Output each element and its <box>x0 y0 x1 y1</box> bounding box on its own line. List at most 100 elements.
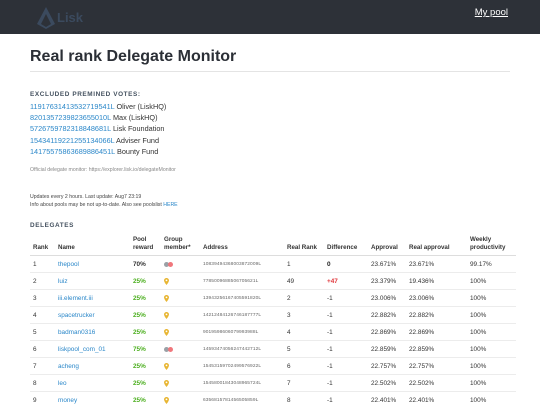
cell-approval: 22.401% <box>368 391 406 405</box>
cell-pool-reward: 25% <box>130 374 161 393</box>
cell-name: leo <box>55 374 130 393</box>
col-rank[interactable]: Rank <box>30 236 55 257</box>
cell-weekly-productivity: 100% <box>467 340 516 359</box>
cell-group-member <box>161 289 200 308</box>
cell-name: badman0316 <box>55 323 130 342</box>
cell-pool-reward: 75% <box>130 340 161 359</box>
title-divider <box>30 71 510 72</box>
cell-real-rank: 6 <box>284 357 324 376</box>
cell-real-rank: 1 <box>284 255 324 274</box>
cell-real-rank: 7 <box>284 374 324 393</box>
col-group-member[interactable]: Group member* <box>161 236 200 257</box>
cell-pool-reward: 25% <box>130 323 161 342</box>
excluded-address-link[interactable]: 8201357239823655010L <box>30 113 111 122</box>
excluded-vote-row: 5726759782318848681L Lisk Foundation <box>30 123 166 134</box>
table-header-row: Rank Name Pool reward Group member* Addr… <box>30 236 516 257</box>
excluded-address-link[interactable]: 14175575863689886451L <box>30 147 115 156</box>
my-pool-link[interactable]: My pool <box>475 7 508 18</box>
cell-weekly-productivity: 100% <box>467 374 516 393</box>
poolslist-here-link[interactable]: HERE <box>163 202 177 208</box>
cell-weekly-productivity: 100% <box>467 357 516 376</box>
cell-approval: 22.757% <box>368 357 406 376</box>
update-info-line: Updates every 2 hours. Last update: Aug7… <box>30 194 142 200</box>
cell-name: acheng <box>55 357 130 376</box>
delegate-name-link[interactable]: luiz <box>58 278 68 285</box>
cell-pool-reward: 25% <box>130 391 161 405</box>
cell-address: 7785009688506705621L <box>200 272 284 291</box>
cell-difference: -1 <box>324 357 368 376</box>
col-weekly-productivity[interactable]: Weekly productivity <box>467 236 516 257</box>
cell-pool-reward: 25% <box>130 289 161 308</box>
cell-weekly-productivity: 100% <box>467 306 516 325</box>
excluded-vote-row: 15434119221255134066L Adviser Fund <box>30 135 166 146</box>
excluded-owner-name: Oliver (LiskHQ) <box>116 102 167 111</box>
cell-real-rank: 8 <box>284 391 324 405</box>
update-info: Updates every 2 hours. Last update: Aug7… <box>30 194 178 209</box>
delegate-name-link[interactable]: leo <box>58 380 67 387</box>
cell-name: luiz <box>55 272 130 291</box>
cell-real-rank: 5 <box>284 340 324 359</box>
group-pin-icon <box>164 379 169 387</box>
col-difference[interactable]: Difference <box>324 236 368 257</box>
col-approval[interactable]: Approval <box>368 236 406 257</box>
col-pool-reward[interactable]: Pool reward <box>130 236 161 257</box>
col-real-approval[interactable]: Real approval <box>406 236 467 257</box>
delegate-name-link[interactable]: badman0316 <box>58 329 95 336</box>
cell-name: liskpool_com_01 <box>55 340 130 359</box>
delegate-name-link[interactable]: spacetrucker <box>58 312 95 319</box>
delegate-name-link[interactable]: acheng <box>58 363 79 370</box>
cell-address: 10839494368003872009L <box>200 255 284 274</box>
delegate-row: 2 luiz 25% 7785009688506705621L 49 +47 23.379%… <box>30 272 516 291</box>
delegate-name-link[interactable]: thepool <box>58 261 79 268</box>
cell-rank: 5 <box>30 323 55 342</box>
excluded-address-link[interactable]: 5726759782318848681L <box>30 124 111 133</box>
top-bar: Lisk My pool <box>0 0 540 34</box>
excluded-owner-name: Lisk Foundation <box>112 124 165 134</box>
delegate-name-link[interactable]: money <box>58 397 77 404</box>
cell-real-approval: 23.671% <box>406 255 467 274</box>
cell-group-member <box>161 340 200 359</box>
cell-rank: 1 <box>30 255 55 274</box>
cell-real-rank: 49 <box>284 272 324 291</box>
delegate-row: 7 acheng 25% 15453159702499576922L 6 -1 22.757… <box>30 357 516 376</box>
lisk-logo[interactable]: Lisk <box>36 6 96 30</box>
cell-real-approval: 22.757% <box>406 357 467 376</box>
cell-approval: 23.006% <box>368 289 406 308</box>
cell-real-approval: 22.882% <box>406 306 467 325</box>
cell-approval: 23.379% <box>368 272 406 291</box>
pools-info-line: Info about pools may be not up-to-date. … <box>30 202 178 210</box>
excluded-owner-name: Max (LiskHQ) <box>112 113 158 123</box>
cell-address: 9019598606079993988L <box>200 323 284 342</box>
logo-text: Lisk <box>57 10 84 25</box>
cell-difference: +47 <box>324 272 368 291</box>
col-real-rank[interactable]: Real Rank <box>284 236 324 257</box>
cell-pool-reward: 25% <box>130 272 161 291</box>
group-pin-icon <box>164 277 169 285</box>
cell-approval: 22.502% <box>368 374 406 393</box>
cell-real-approval: 22.869% <box>406 323 467 342</box>
col-name[interactable]: Name <box>55 236 130 257</box>
cell-approval: 23.671% <box>368 255 406 274</box>
delegate-row: 1 thepool 70% 10839494368003872009L 1 0 23.671… <box>30 255 516 274</box>
excluded-address-link[interactable]: 15434119221255134066L <box>30 136 114 145</box>
cell-difference: -1 <box>324 374 368 393</box>
cell-weekly-productivity: 100% <box>467 272 516 291</box>
delegate-row: 4 spacetrucker 25% 14212484126746187777L 3 -1… <box>30 306 516 325</box>
group-pin-icon <box>164 396 169 404</box>
excluded-votes-heading: EXCLUDED PREMINED VOTES: <box>30 91 141 98</box>
delegate-name-link[interactable]: liskpool_com_01 <box>58 346 106 353</box>
excluded-address-link[interactable]: 11917631413532719541L <box>30 102 114 111</box>
cell-real-approval: 23.006% <box>406 289 467 308</box>
delegate-name-link[interactable]: iii.element.iii <box>58 295 93 302</box>
cell-pool-reward: 70% <box>130 255 161 274</box>
delegates-table: Rank Name Pool reward Group member* Addr… <box>30 236 516 405</box>
cell-address: 15453159702499576922L <box>200 357 284 376</box>
lisk-logo-icon <box>37 7 55 29</box>
cell-group-member <box>161 374 200 393</box>
col-address[interactable]: Address <box>200 236 284 257</box>
cell-real-rank: 4 <box>284 323 324 342</box>
group-pin-icon <box>164 311 169 319</box>
cell-difference: -1 <box>324 306 368 325</box>
cell-rank: 3 <box>30 289 55 308</box>
official-monitor-note: Official delegate monitor: https://explo… <box>30 167 176 173</box>
